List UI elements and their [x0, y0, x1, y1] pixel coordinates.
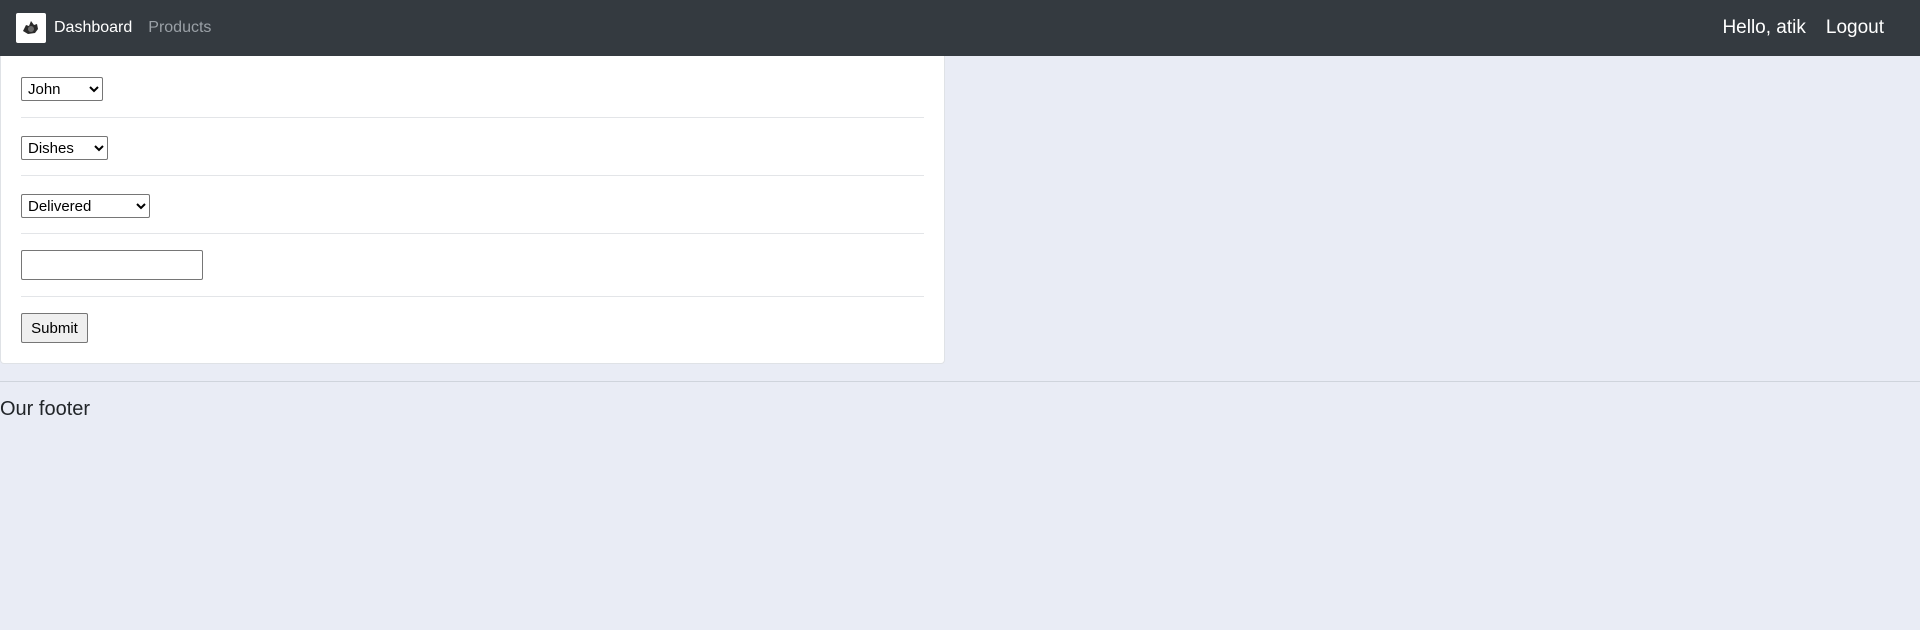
form-row-product: Dishes	[21, 118, 924, 176]
nav-link-products[interactable]: Products	[148, 19, 211, 37]
user-menu: Hello, atik Logout	[1722, 17, 1884, 39]
text-input[interactable]	[21, 250, 203, 280]
brand-label: Dashboard	[54, 19, 133, 36]
status-select[interactable]: Delivered	[21, 194, 150, 218]
logo-icon	[16, 13, 46, 43]
footer-divider	[0, 381, 1920, 382]
form-row-status: Delivered	[21, 176, 924, 234]
product-select[interactable]: Dishes	[21, 136, 108, 160]
customer-select[interactable]: John	[21, 77, 103, 101]
form-row-customer: John	[21, 56, 924, 118]
submit-button[interactable]: Submit	[21, 313, 88, 343]
top-navbar: Dashboard Products Hello, atik Logout	[0, 0, 1920, 56]
user-greeting: Hello, atik	[1722, 17, 1806, 38]
brand-link[interactable]: Dashboard	[16, 13, 132, 43]
form-row-submit: Submit	[21, 297, 924, 357]
order-form-card: John Dishes Delivered Submit	[0, 56, 945, 364]
logout-link[interactable]: Logout	[1826, 17, 1884, 39]
form-row-text	[21, 234, 924, 297]
footer-text: Our footer	[0, 398, 91, 420]
